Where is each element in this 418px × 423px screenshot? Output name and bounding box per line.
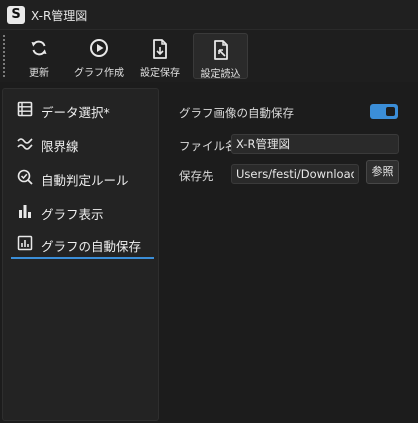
window-title: X-R管理図: [31, 9, 88, 23]
create-graph-button[interactable]: グラフ作成: [70, 33, 128, 79]
save-settings-button-label: 設定保存: [140, 68, 180, 79]
browse-button[interactable]: 参照: [366, 160, 399, 184]
toolbar-grip[interactable]: [3, 35, 5, 77]
filename-label: ファイル名: [179, 139, 237, 153]
bar-chart-icon: [19, 205, 31, 218]
play-icon: [90, 39, 108, 57]
refresh-icon: [31, 40, 47, 56]
list-icon: [17, 101, 33, 117]
sidebar-item-auto-save[interactable]: グラフの自動保存: [11, 229, 154, 259]
sidebar-item-label: グラフ表示: [41, 207, 104, 222]
savepath-label: 保存先: [179, 169, 214, 183]
title-bar: S X-R管理図: [0, 0, 418, 30]
file-load-icon: [213, 40, 228, 60]
sidebar-item-auto-rules[interactable]: 自動判定ルール: [11, 163, 154, 193]
sidebar-item-label: データ選択*: [41, 105, 110, 120]
refresh-button-label: 更新: [29, 68, 49, 79]
app-icon: S: [7, 6, 25, 24]
load-settings-button[interactable]: 設定読込: [193, 33, 248, 80]
autosave-label: グラフ画像の自動保存: [179, 106, 294, 120]
sidebar-item-graph-display[interactable]: グラフ表示: [11, 197, 154, 227]
filename-input[interactable]: [231, 134, 399, 154]
selected-indicator: [11, 257, 154, 259]
file-save-icon: [153, 39, 167, 59]
chart-box-icon: [17, 235, 33, 251]
sidebar-item-data-selection[interactable]: データ選択*: [11, 95, 154, 125]
toggle-knob: [386, 107, 395, 116]
save-settings-button[interactable]: 設定保存: [134, 33, 186, 79]
load-settings-button-label: 設定読込: [200, 69, 241, 80]
refresh-button[interactable]: 更新: [16, 33, 62, 79]
check-search-icon: [17, 169, 33, 185]
create-graph-button-label: グラフ作成: [74, 68, 124, 79]
sidebar: データ選択* 限界線 自動判定ルール グラフ表示 グラフの自動保存: [2, 88, 159, 421]
sidebar-item-label: グラフの自動保存: [41, 239, 142, 254]
sidebar-item-label: 限界線: [41, 139, 79, 154]
toolbar: 更新 グラフ作成 設定保存 設定読込: [0, 30, 418, 82]
sidebar-item-label: 自動判定ルール: [41, 173, 129, 188]
settings-panel: グラフ画像の自動保存 ファイル名 保存先 参照: [162, 88, 418, 423]
autosave-toggle[interactable]: [370, 104, 398, 119]
sidebar-item-limit-lines[interactable]: 限界線: [11, 129, 154, 159]
limit-lines-icon: [17, 138, 33, 150]
savepath-input[interactable]: [231, 164, 359, 184]
